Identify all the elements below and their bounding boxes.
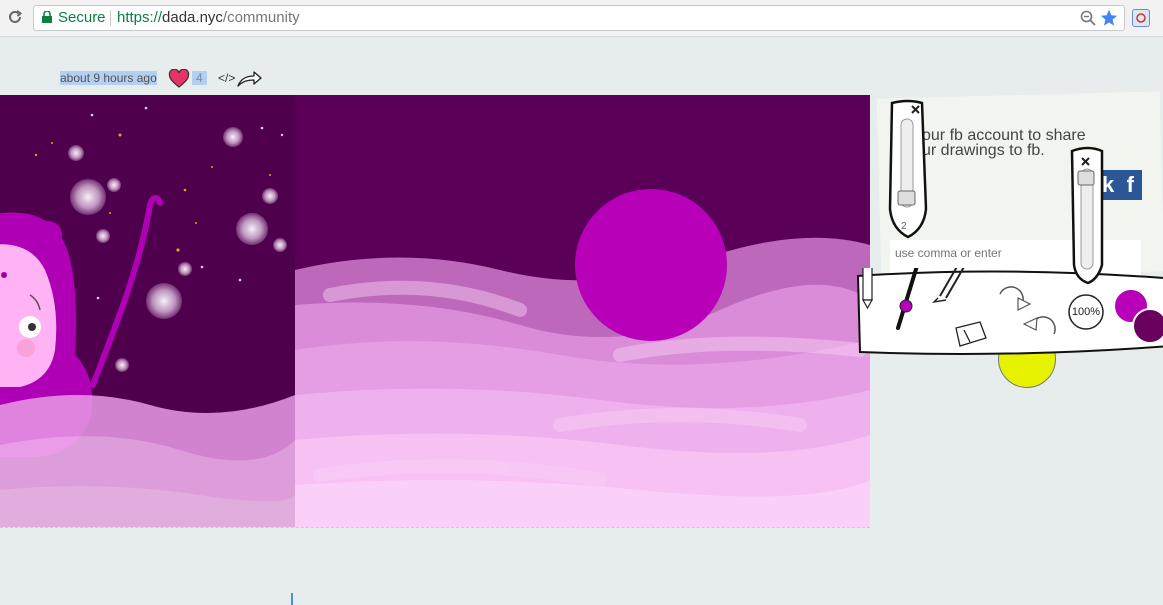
url-text[interactable]: https://dada.nyc/community [117, 9, 300, 26]
secondary-color-swatch [1132, 308, 1163, 344]
brush-size-slider[interactable] [886, 99, 930, 241]
fb-prompt-line1: our fb account to share [922, 127, 1086, 144]
heart-icon[interactable] [168, 69, 190, 89]
bookmark-star-icon[interactable] [1100, 9, 1118, 27]
fb-prompt: our fb account to share ur drawings to f… [922, 127, 1086, 159]
address-bar[interactable]: Secure https://dada.nyc/community [33, 5, 1125, 31]
browser-toolbar: Secure https://dada.nyc/community [0, 0, 1163, 37]
opacity-slider[interactable] [1068, 145, 1108, 285]
drawing-canvas[interactable] [0, 95, 870, 528]
embed-button[interactable]: </> [215, 71, 238, 85]
url-scheme: https:// [117, 9, 163, 26]
extension-icon[interactable] [1132, 9, 1150, 27]
separator [110, 10, 111, 26]
secure-label: Secure [58, 9, 106, 26]
drawing-toolbar [856, 268, 1163, 355]
reload-icon[interactable] [6, 8, 24, 26]
like-count: 4 [192, 71, 207, 85]
waves-left [0, 395, 296, 527]
lock-icon [42, 11, 52, 23]
url-host: dada.nyc [162, 9, 223, 26]
brush-size-value: 2 [901, 221, 907, 232]
text-cursor [291, 593, 293, 605]
zoom-level[interactable]: 100% [1070, 306, 1102, 318]
facebook-icon: f [1126, 172, 1134, 197]
zoom-icon[interactable] [1080, 10, 1096, 26]
share-icon[interactable] [236, 69, 262, 89]
fb-prompt-line2: ur drawings to fb. [922, 142, 1045, 159]
pencil-icon [861, 268, 874, 310]
url-path: /community [222, 9, 300, 26]
post-timestamp[interactable]: about 9 hours ago [60, 71, 157, 85]
